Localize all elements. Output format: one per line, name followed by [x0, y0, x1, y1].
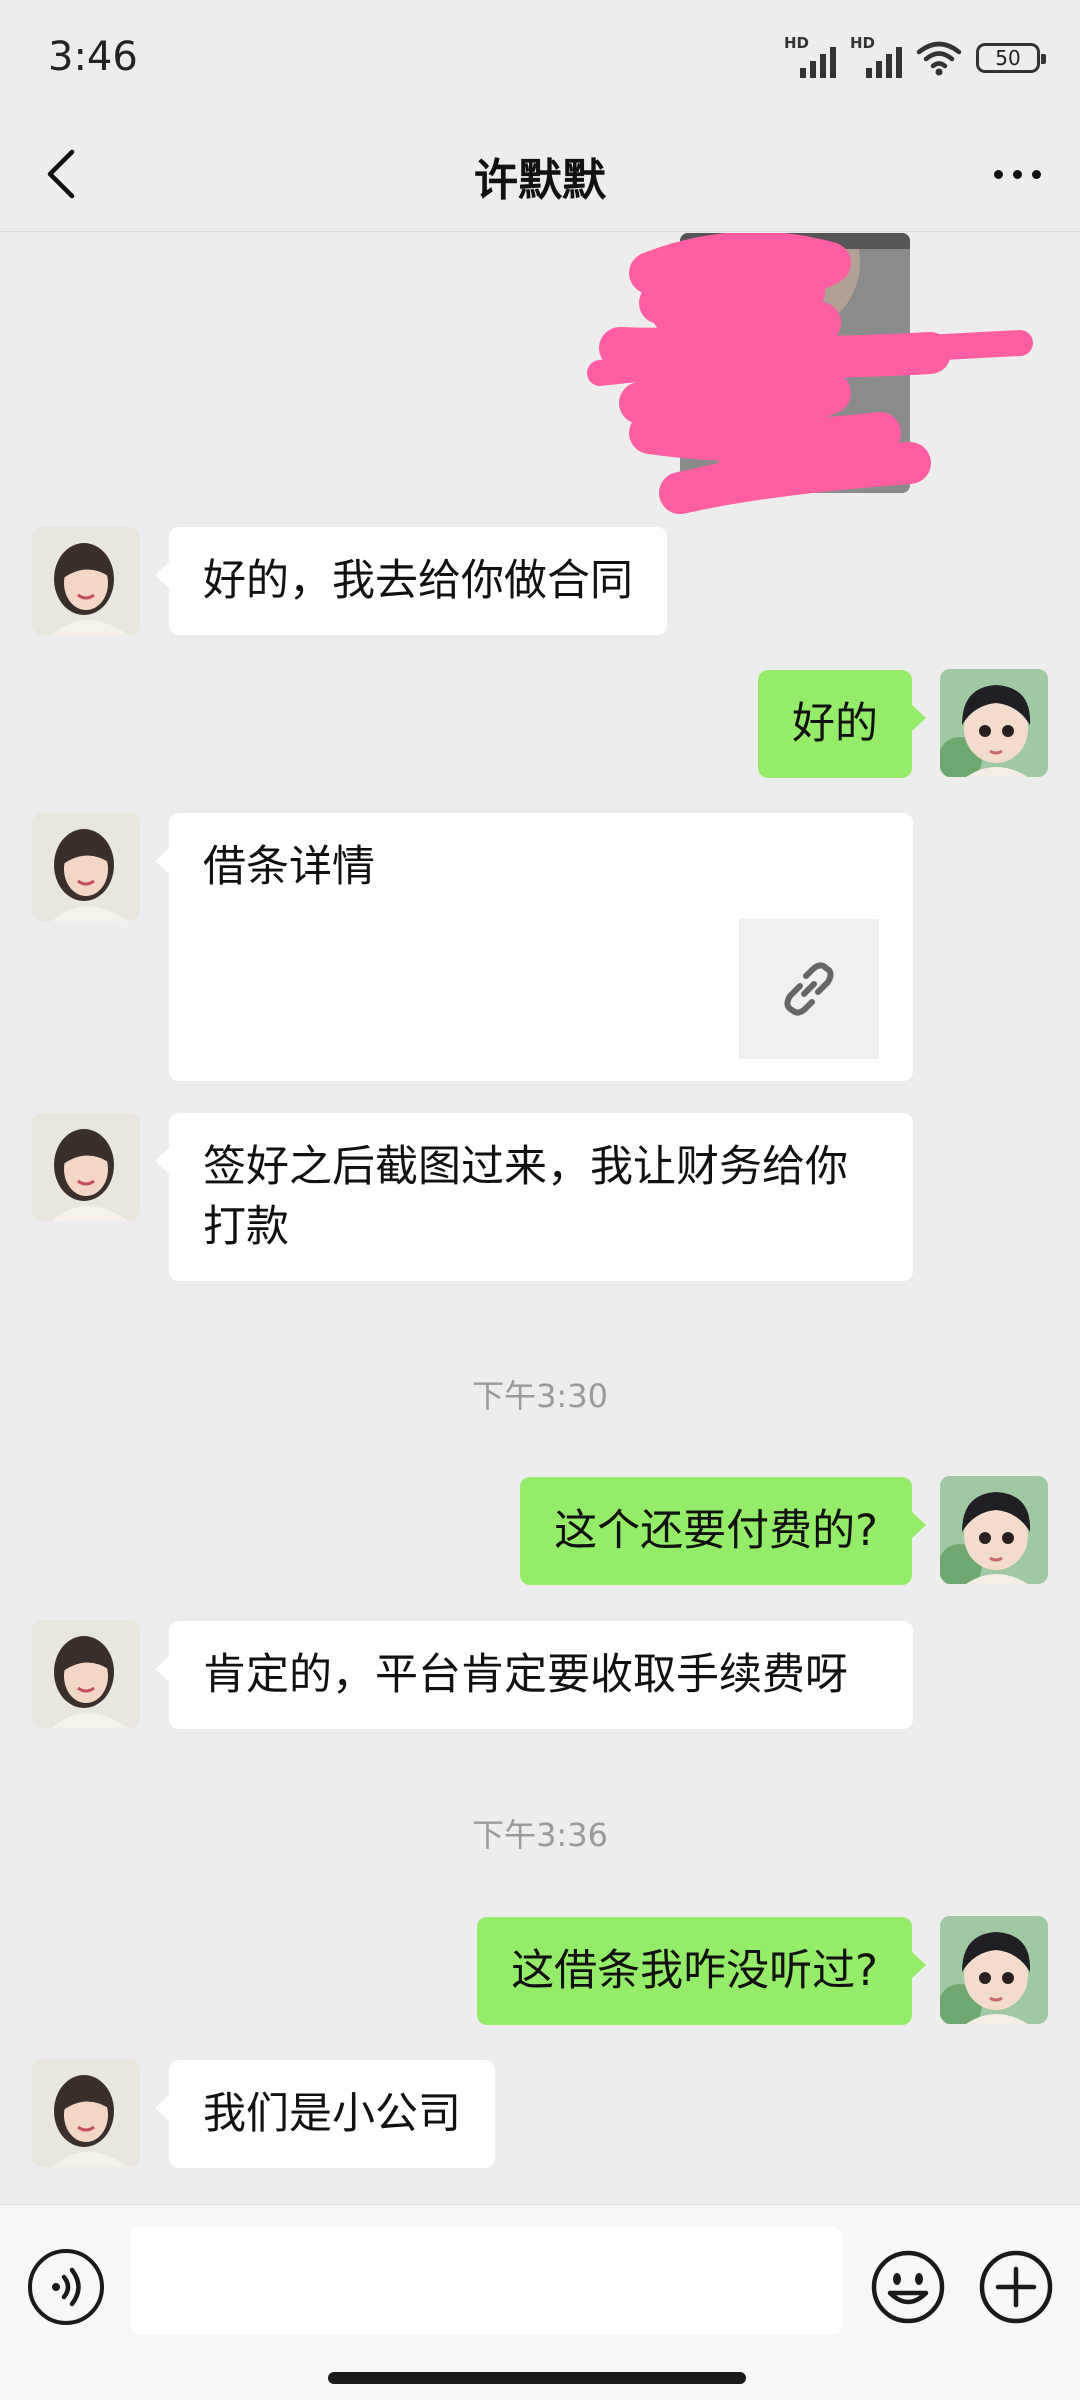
outgoing-message[interactable]: 这借条我咋没听过?	[477, 1917, 926, 2025]
message-input[interactable]	[130, 2227, 842, 2335]
timestamp: 下午3:30	[472, 1377, 608, 1415]
home-indicator[interactable]	[328, 2372, 746, 2384]
incoming-message[interactable]: 签好之后截图过来，我让财务给你 打款	[155, 1113, 913, 1281]
my-avatar[interactable]	[940, 1476, 1048, 1584]
link-card-title: 借条详情	[203, 842, 375, 892]
battery-level: 50	[995, 46, 1021, 70]
outgoing-message[interactable]: 好的	[758, 670, 926, 778]
contact-avatar[interactable]	[32, 527, 140, 635]
input-bar	[0, 2204, 1080, 2400]
message-line: 打款	[203, 1202, 289, 1252]
avatar-image	[940, 1476, 1048, 1584]
voice-icon	[52, 2267, 81, 2307]
avatar-image	[32, 813, 140, 921]
redaction-scribble	[587, 233, 1033, 514]
incoming-message[interactable]: 我们是小公司	[155, 2060, 495, 2168]
status-bar: 3:46 HD HD 50	[0, 0, 1080, 120]
contact-avatar[interactable]	[32, 2059, 140, 2167]
chat-title: 许默默	[474, 155, 606, 206]
timestamp: 下午3:36	[472, 1816, 608, 1854]
contact-avatar[interactable]	[32, 1113, 140, 1221]
avatar-image	[32, 2059, 140, 2167]
incoming-message[interactable]: 肯定的，平台肯定要收取手续费呀	[155, 1621, 913, 1729]
avatar-image	[32, 1620, 140, 1728]
battery-icon: 50	[976, 43, 1046, 73]
cellular-signal-icon: HD	[784, 34, 836, 78]
avatar-image	[940, 1916, 1048, 2024]
emoji-icon	[871, 2250, 945, 2324]
contact-avatar[interactable]	[32, 813, 140, 921]
status-icons: HD HD 50	[784, 34, 1046, 78]
plus-button[interactable]	[978, 2249, 1054, 2325]
avatar-image	[32, 1113, 140, 1221]
wifi-icon	[916, 41, 962, 76]
outgoing-message[interactable]: 这个还要付费的?	[520, 1477, 926, 1585]
chat-header: 许默默	[0, 120, 1080, 232]
message-line: 签好之后截图过来，我让财务给你	[203, 1142, 848, 1192]
avatar-image	[32, 527, 140, 635]
link-card[interactable]: 借条详情	[155, 813, 913, 1081]
my-avatar[interactable]	[940, 1916, 1048, 2024]
status-time: 3:46	[48, 34, 138, 80]
voice-button[interactable]	[28, 2249, 104, 2325]
cellular-signal-icon: HD	[850, 34, 902, 78]
avatar-image	[940, 669, 1048, 777]
link-thumbnail	[739, 919, 879, 1059]
plus-icon	[979, 2250, 1053, 2324]
incoming-message[interactable]: 好的，我去给你做合同	[155, 527, 667, 635]
link-icon	[784, 962, 834, 1016]
my-avatar[interactable]	[940, 669, 1048, 777]
contact-avatar[interactable]	[32, 1620, 140, 1728]
message-list[interactable]: 0:05 好的，我去给你做合同 好的 借条详情 签好之后截图过来，我让财务给你 …	[0, 233, 1080, 2203]
emoji-button[interactable]	[870, 2249, 946, 2325]
more-dots-icon[interactable]	[982, 144, 1052, 204]
